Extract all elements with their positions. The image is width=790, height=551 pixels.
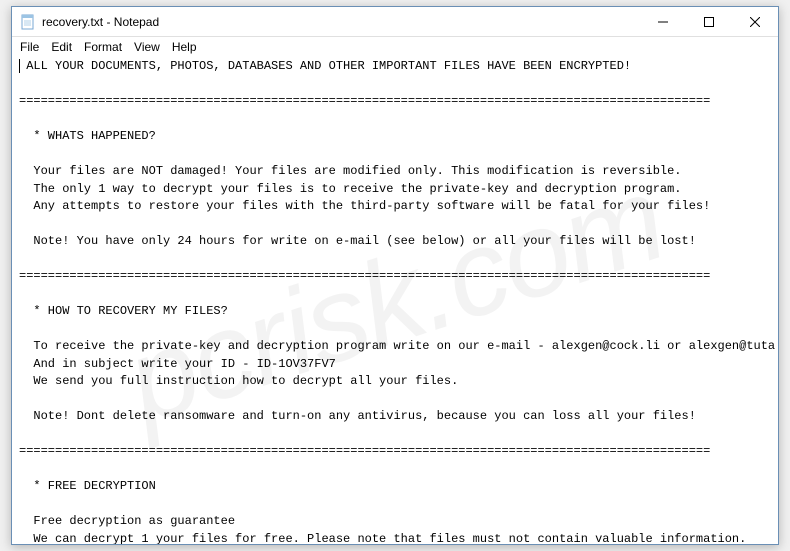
text-line: ========================================… <box>19 269 710 283</box>
text-line: To receive the private-key and decryptio… <box>19 339 778 353</box>
menu-help[interactable]: Help <box>166 39 203 55</box>
text-line: * WHATS HAPPENED? <box>19 129 156 143</box>
text-line: We send you full instruction how to decr… <box>19 374 458 388</box>
maximize-button[interactable] <box>686 7 732 36</box>
text-line: ========================================… <box>19 444 710 458</box>
editor-area[interactable]: pcrisk.com ALL YOUR DOCUMENTS, PHOTOS, D… <box>12 56 778 544</box>
text-line: Your files are NOT damaged! Your files a… <box>19 164 682 178</box>
window-controls <box>640 7 778 36</box>
text-line: And in subject write your ID - ID-1OV37F… <box>19 357 336 371</box>
titlebar[interactable]: recovery.txt - Notepad <box>12 7 778 37</box>
text-line: * HOW TO RECOVERY MY FILES? <box>19 304 228 318</box>
text-line: The only 1 way to decrypt your files is … <box>19 182 682 196</box>
window-title: recovery.txt - Notepad <box>42 15 640 29</box>
text-line: Note! You have only 24 hours for write o… <box>19 234 696 248</box>
menu-view[interactable]: View <box>128 39 166 55</box>
text-line: ALL YOUR DOCUMENTS, PHOTOS, DATABASES AN… <box>19 59 631 73</box>
notepad-icon <box>20 14 36 30</box>
text-line: Any attempts to restore your files with … <box>19 199 710 213</box>
minimize-button[interactable] <box>640 7 686 36</box>
text-line: * FREE DECRYPTION <box>19 479 156 493</box>
menu-edit[interactable]: Edit <box>45 39 78 55</box>
close-button[interactable] <box>732 7 778 36</box>
text-line: ========================================… <box>19 94 710 108</box>
menu-format[interactable]: Format <box>78 39 128 55</box>
menu-file[interactable]: File <box>14 39 45 55</box>
text-line: We can decrypt 1 your files for free. Pl… <box>19 532 746 545</box>
menubar: File Edit Format View Help <box>12 37 778 56</box>
notepad-window: recovery.txt - Notepad File Edit Format … <box>11 6 779 545</box>
text-line: Note! Dont delete ransomware and turn-on… <box>19 409 696 423</box>
text-line: Free decryption as guarantee <box>19 514 235 528</box>
text-content[interactable]: ALL YOUR DOCUMENTS, PHOTOS, DATABASES AN… <box>16 58 774 544</box>
